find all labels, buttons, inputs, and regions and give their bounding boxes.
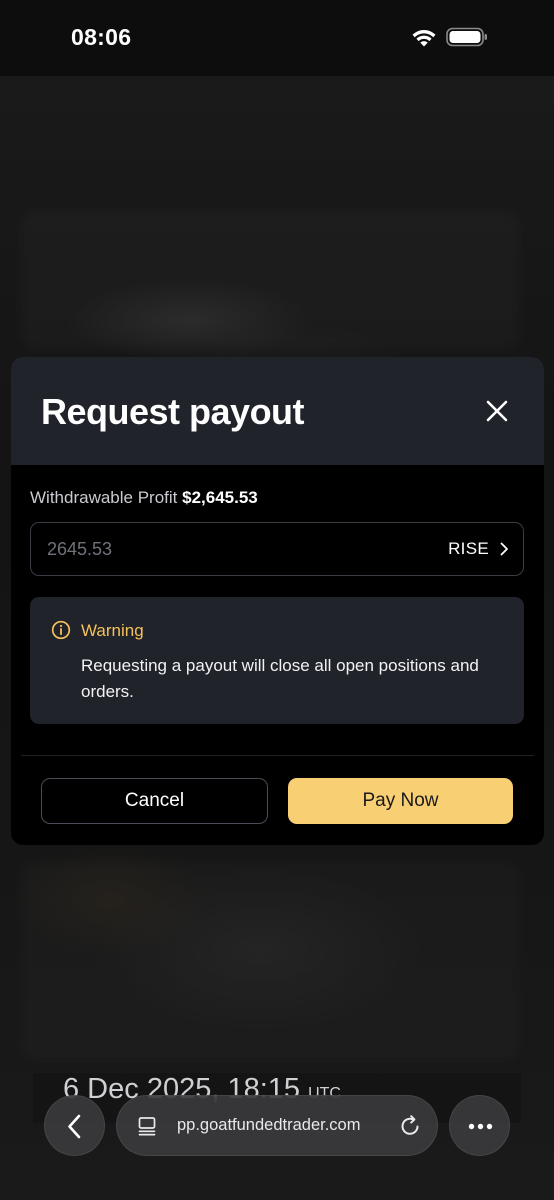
payout-method-label: RISE xyxy=(448,539,489,558)
chevron-left-icon xyxy=(68,1114,81,1139)
cancel-button[interactable]: Cancel xyxy=(41,778,268,824)
pay-now-button[interactable]: Pay Now xyxy=(288,778,513,824)
modal-header: Request payout xyxy=(11,357,544,465)
payout-modal: Request payout Withdrawable Profit $2,64… xyxy=(11,357,544,845)
warning-title: Warning xyxy=(81,621,144,640)
wifi-icon xyxy=(412,30,436,47)
browser-toolbar: pp.goatfundedtrader.com xyxy=(0,1090,554,1200)
blurred-card xyxy=(20,210,520,350)
payout-method-select[interactable]: RISE xyxy=(448,523,509,575)
more-icon xyxy=(468,1123,493,1130)
amount-field: RISE xyxy=(30,522,524,576)
url-text: pp.goatfundedtrader.com xyxy=(177,1116,361,1134)
address-bar[interactable]: pp.goatfundedtrader.com xyxy=(116,1095,438,1156)
divider xyxy=(21,755,534,756)
modal-title: Request payout xyxy=(41,391,305,432)
battery-icon xyxy=(446,27,487,47)
tabs-icon xyxy=(138,1117,156,1136)
back-button[interactable] xyxy=(44,1095,105,1156)
reload-icon[interactable] xyxy=(398,1114,422,1138)
profit-label: Withdrawable Profit xyxy=(30,488,178,507)
more-button[interactable] xyxy=(449,1095,510,1156)
chevron-right-icon xyxy=(500,542,508,556)
screen: 08:06 Request payout Withdrawable Profit… xyxy=(0,0,554,1200)
status-time: 08:06 xyxy=(71,24,132,50)
warning-box: Warning Requesting a payout will close a… xyxy=(30,597,524,724)
blurred-card xyxy=(20,860,520,1060)
withdrawable-profit: Withdrawable Profit $2,645.53 xyxy=(30,488,258,508)
profit-value: $2,645.53 xyxy=(182,488,258,507)
close-icon[interactable] xyxy=(481,395,513,427)
info-icon xyxy=(51,620,71,640)
amount-input[interactable] xyxy=(47,523,427,575)
status-bar: 08:06 xyxy=(0,0,554,76)
warning-text: Requesting a payout will close all open … xyxy=(81,656,479,701)
